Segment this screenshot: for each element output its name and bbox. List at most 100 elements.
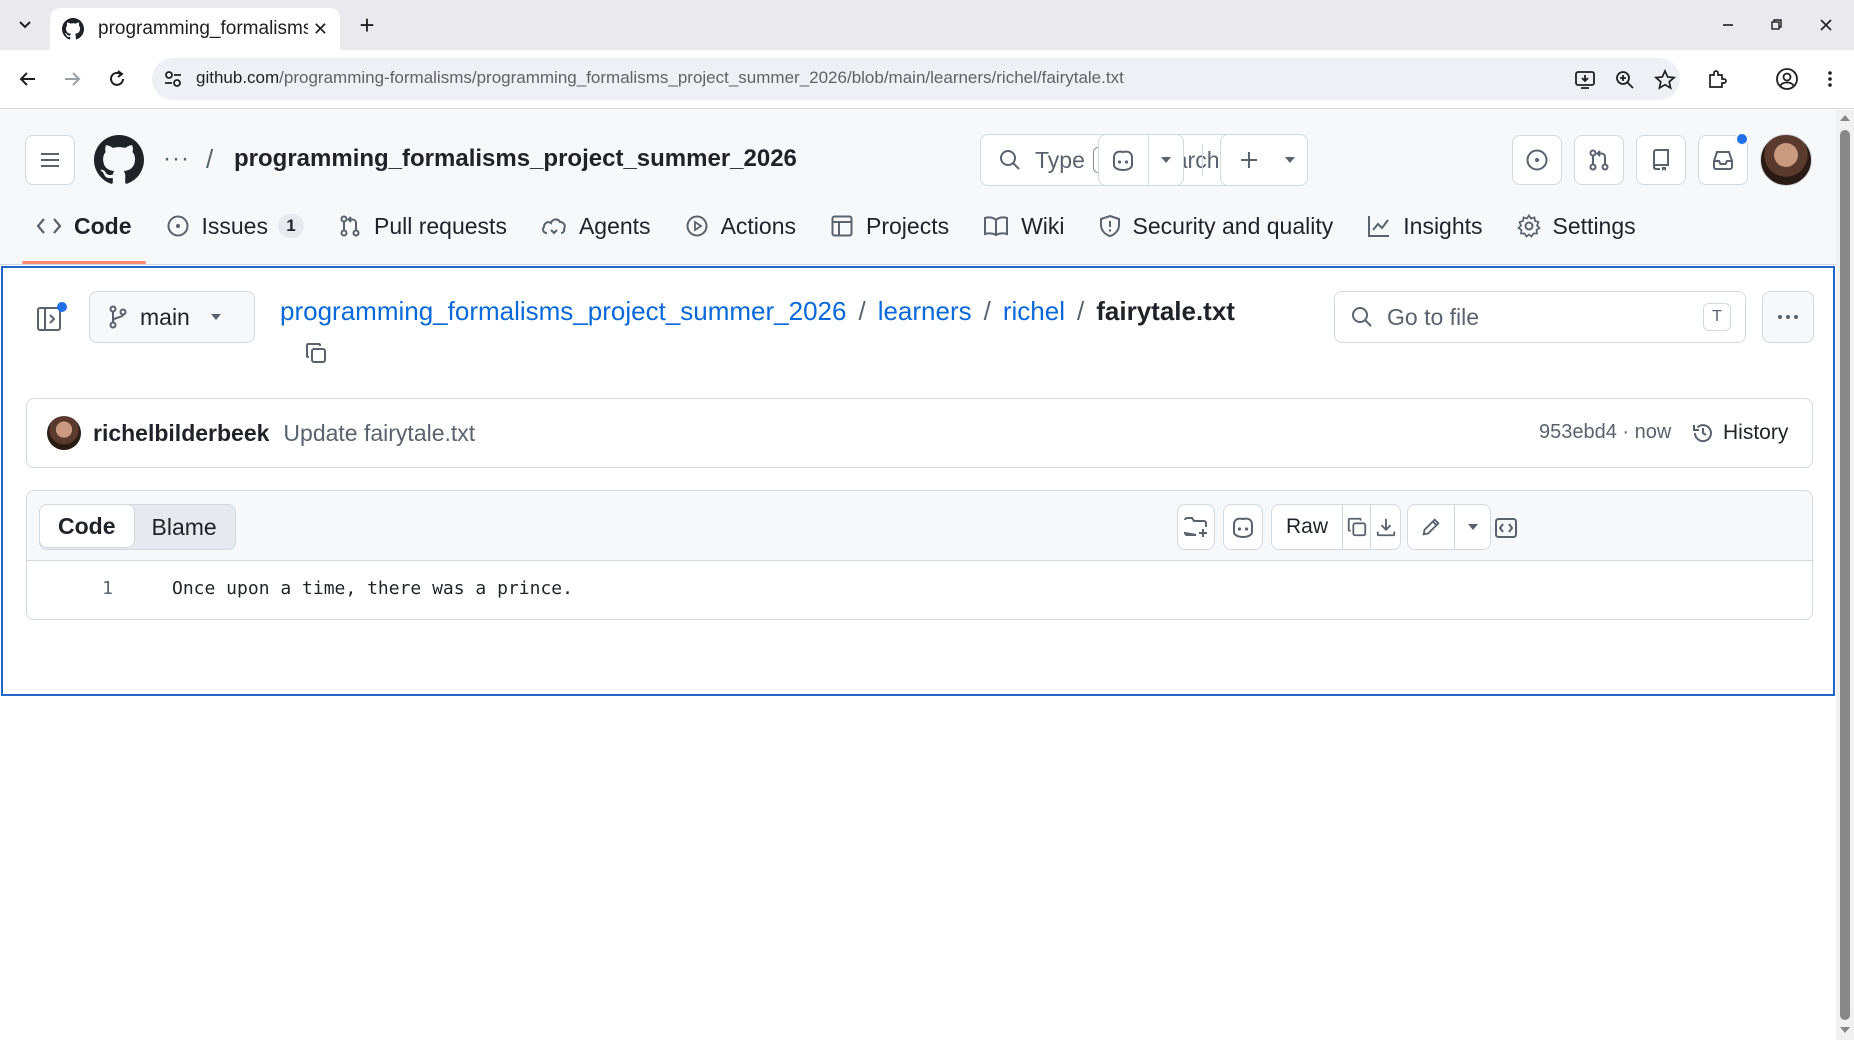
page-scrollbar[interactable]: [1836, 110, 1854, 1040]
tab-code[interactable]: Code: [22, 198, 146, 264]
add-file-button[interactable]: [1177, 504, 1215, 550]
history-button[interactable]: History: [1691, 413, 1788, 453]
download-raw-button[interactable]: [1370, 505, 1400, 549]
kebab-menu-icon: [1828, 71, 1832, 87]
tab-wiki-label: Wiki: [1021, 212, 1065, 239]
raw-button[interactable]: Raw: [1272, 505, 1342, 549]
symbols-panel-button[interactable]: [1489, 515, 1523, 541]
branch-selector-button[interactable]: main: [89, 291, 255, 343]
reload-button[interactable]: [102, 64, 132, 94]
scroll-up-arrow-icon[interactable]: [1839, 112, 1851, 124]
scroll-down-arrow-icon[interactable]: [1839, 1024, 1851, 1036]
your-pull-requests-button[interactable]: [1574, 135, 1624, 185]
tab-insights[interactable]: Insights: [1353, 198, 1496, 254]
pencil-icon: [1422, 518, 1440, 536]
tab-projects-label: Projects: [866, 212, 950, 239]
extensions-button[interactable]: [1702, 64, 1732, 94]
tab-security[interactable]: Security and quality: [1085, 198, 1348, 254]
view-mode-toggle: Code Blame: [39, 504, 236, 550]
notifications-button[interactable]: [1698, 132, 1749, 185]
file-content-box: Code Blame Raw 1 Once upon a time, there…: [26, 490, 1813, 620]
search-icon: [1000, 150, 1020, 170]
tab-settings[interactable]: Settings: [1503, 198, 1650, 254]
new-tab-button[interactable]: +: [352, 10, 382, 40]
install-app-icon[interactable]: [1572, 67, 1598, 93]
git-pull-request-icon: [340, 215, 360, 237]
book-icon: [984, 216, 1009, 237]
breadcrumb-overflow-button[interactable]: ···: [163, 145, 190, 173]
code-line: 1 Once upon a time, there was a prince.: [27, 561, 1812, 619]
arrow-left-icon: [19, 72, 35, 86]
zoom-icon[interactable]: [1612, 67, 1638, 93]
tab-agents[interactable]: Agents: [527, 198, 665, 254]
go-to-file-placeholder: Go to file: [1387, 303, 1480, 330]
notification-indicator: [1735, 132, 1749, 146]
breadcrumb-learners-link[interactable]: learners: [878, 296, 972, 326]
tab-security-label: Security and quality: [1132, 212, 1334, 239]
close-window-button[interactable]: [1812, 12, 1840, 38]
copilot-ask-button[interactable]: [1223, 504, 1263, 550]
tab-actions[interactable]: Actions: [671, 198, 810, 254]
commit-author-avatar[interactable]: [47, 416, 81, 450]
history-label: History: [1723, 421, 1789, 444]
profile-button[interactable]: [1772, 64, 1802, 94]
reload-icon: [110, 70, 124, 86]
restore-icon: [1771, 19, 1782, 30]
copy-raw-button[interactable]: [1342, 505, 1370, 549]
line-content: Once upon a time, there was a prince.: [172, 578, 573, 599]
forward-button[interactable]: [57, 64, 87, 94]
header-divider: [1202, 144, 1203, 176]
raw-actions-group: Raw: [1271, 504, 1401, 550]
more-options-button[interactable]: [1762, 291, 1814, 343]
tab-projects[interactable]: Projects: [816, 198, 963, 254]
github-logo-icon[interactable]: [94, 135, 144, 185]
file-tree-toggle-icon[interactable]: [33, 300, 69, 336]
tab-list-button[interactable]: [10, 9, 40, 39]
restore-window-button[interactable]: [1762, 12, 1790, 38]
agents-icon: [541, 218, 566, 235]
create-new-button[interactable]: [1220, 134, 1308, 186]
user-avatar-button[interactable]: [1760, 134, 1812, 186]
global-nav-button[interactable]: [25, 135, 75, 185]
back-button[interactable]: [13, 64, 43, 94]
tab-blame-view[interactable]: Blame: [134, 505, 235, 549]
chevron-down-icon: [19, 21, 31, 29]
copilot-dropdown-button[interactable]: [1147, 135, 1183, 185]
scrollbar-thumb[interactable]: [1840, 130, 1850, 1020]
your-issues-button[interactable]: [1512, 135, 1562, 185]
copy-path-button[interactable]: [301, 338, 331, 368]
edit-file-button[interactable]: [1408, 505, 1454, 549]
site-info-icon[interactable]: [162, 68, 184, 90]
gear-icon: [1516, 214, 1541, 238]
commit-sha-and-time[interactable]: 953ebd4 · now: [1539, 421, 1671, 444]
github-favicon-icon: [62, 18, 84, 40]
edit-dropdown-button[interactable]: [1454, 505, 1490, 549]
line-number[interactable]: 1: [27, 578, 113, 599]
tab-issues[interactable]: Issues 1: [152, 198, 318, 254]
tab-wiki[interactable]: Wiki: [969, 198, 1078, 254]
browser-toolbar: github.com/programming-formalisms/progra…: [0, 50, 1854, 109]
repo-name-link[interactable]: programming_formalisms_project_summer_20…: [234, 145, 797, 173]
url-host: github.com: [196, 68, 280, 87]
git-branch-icon: [109, 305, 127, 329]
commit-author-link[interactable]: richelbilderbeek: [93, 420, 269, 447]
commit-message-link[interactable]: Update fairytale.txt: [283, 420, 475, 447]
address-bar[interactable]: github.com/programming-formalisms/progra…: [152, 58, 1680, 100]
play-icon: [686, 215, 708, 237]
browser-menu-button[interactable]: [1815, 64, 1845, 94]
breadcrumb-repo-link[interactable]: programming_formalisms_project_summer_20…: [280, 296, 846, 326]
close-tab-icon[interactable]: ✕: [313, 19, 328, 40]
breadcrumb-richel-link[interactable]: richel: [1003, 296, 1065, 326]
triangle-down-icon: [1285, 157, 1295, 163]
url-text: github.com/programming-formalisms/progra…: [196, 68, 1124, 88]
copilot-button[interactable]: [1099, 135, 1148, 185]
minimize-window-button[interactable]: [1714, 12, 1742, 38]
browser-tab-active[interactable]: programming_formalisms_project_summer_20…: [50, 8, 340, 50]
repositories-button[interactable]: [1636, 135, 1686, 185]
tab-code-view[interactable]: Code: [39, 504, 135, 548]
go-to-file-input[interactable]: Go to file T: [1334, 291, 1746, 343]
tab-pull-requests[interactable]: Pull requests: [324, 198, 521, 254]
browser-tabstrip: programming_formalisms_project_summer_20…: [0, 0, 1854, 50]
bookmark-star-icon[interactable]: [1652, 67, 1678, 93]
repo-icon: [1652, 149, 1669, 171]
